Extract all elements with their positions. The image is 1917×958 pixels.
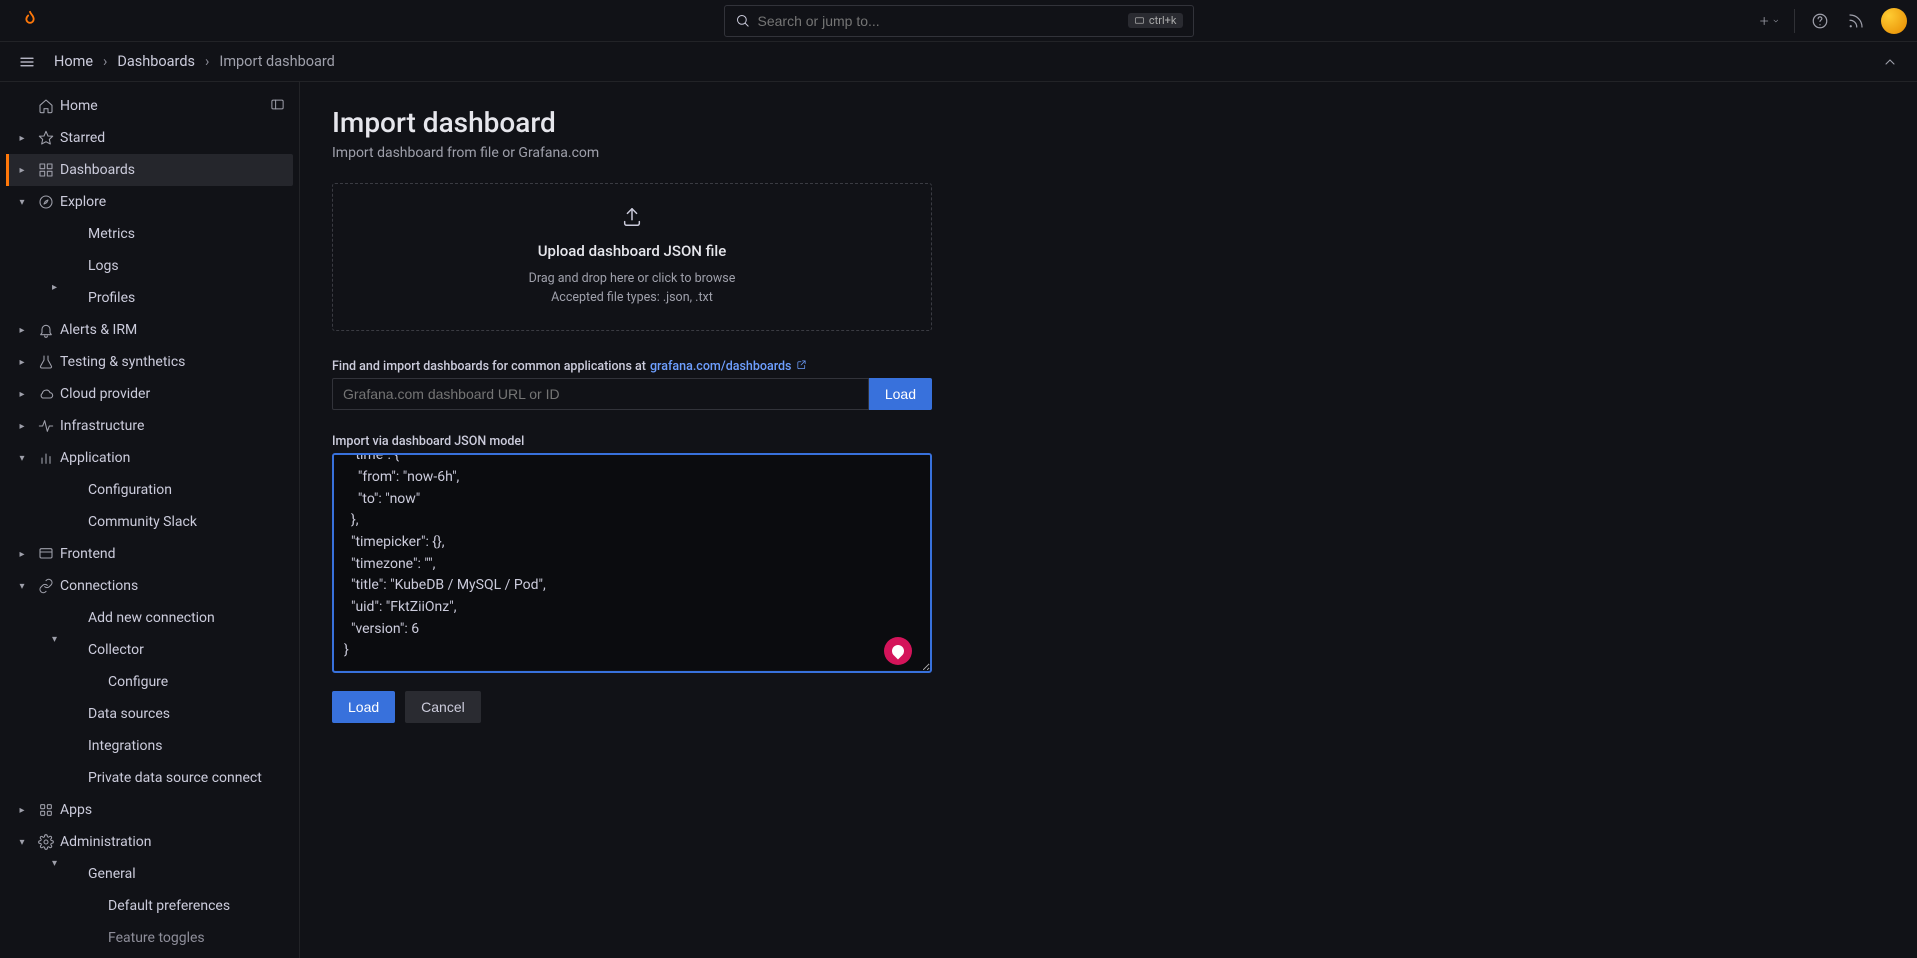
chevron-right-icon: ▸ — [12, 389, 32, 400]
sidebar-item-profiles[interactable]: Profiles — [6, 282, 293, 314]
sidebar-item-frontend[interactable]: ▸ Frontend — [6, 538, 293, 570]
sidebar-item-collector[interactable]: Collector — [6, 634, 293, 666]
breadcrumb: Home › Dashboards › Import dashboard — [54, 53, 335, 70]
sidebar-item-dashboards[interactable]: ▸ Dashboards — [6, 154, 293, 186]
chevron-right-icon: ▸ — [12, 357, 32, 368]
breadcrumb-home[interactable]: Home — [54, 53, 93, 70]
upload-zone[interactable]: Upload dashboard JSON file Drag and drop… — [332, 183, 932, 331]
sidebar-item-metrics[interactable]: Metrics — [6, 218, 293, 250]
page-subtitle: Import dashboard from file or Grafana.co… — [332, 145, 1885, 161]
sidebar-item-home[interactable]: Home — [6, 90, 293, 122]
sidebar-item-logs[interactable]: Logs — [6, 250, 293, 282]
sidebar-item-configure[interactable]: Configure — [6, 666, 293, 698]
chevron-right-icon: ▸ — [52, 282, 57, 293]
upload-sub: Drag and drop here or click to browse Ac… — [355, 270, 909, 308]
dashboard-url-input[interactable] — [332, 378, 869, 410]
json-textarea[interactable] — [332, 453, 932, 673]
chat-widget[interactable] — [884, 637, 912, 665]
chevron-right-icon: ▸ — [12, 325, 32, 336]
grafana-dashboards-link[interactable]: grafana.com/dashboards — [650, 359, 792, 374]
user-avatar[interactable] — [1881, 8, 1907, 34]
chevron-down-icon: ▾ — [12, 453, 32, 464]
search-shortcut-badge: ctrl+k — [1128, 13, 1183, 28]
chevron-right-icon: ▸ — [12, 165, 32, 176]
page-title: Import dashboard — [332, 106, 1885, 139]
load-url-button[interactable]: Load — [869, 378, 932, 410]
dock-icon[interactable] — [270, 97, 285, 116]
chevron-down-icon: ▾ — [52, 634, 57, 645]
chevron-down-icon: ▾ — [52, 858, 57, 869]
activity-icon — [32, 418, 60, 434]
search-input[interactable] — [758, 13, 1128, 29]
help-button[interactable] — [1809, 10, 1831, 32]
chevron-right-icon: ▸ — [12, 133, 32, 144]
sidebar-item-datasources[interactable]: Data sources — [6, 698, 293, 730]
add-button[interactable] — [1758, 10, 1780, 32]
global-search[interactable]: ctrl+k — [724, 5, 1194, 37]
sidebar-item-configuration[interactable]: Configuration — [6, 474, 293, 506]
search-icon — [735, 13, 750, 28]
chevron-down-icon: ▾ — [12, 837, 32, 848]
breadcrumb-current: Import dashboard — [219, 53, 334, 70]
chevron-right-icon: ▸ — [12, 549, 32, 560]
sidebar-item-cloud[interactable]: ▸ Cloud provider — [6, 378, 293, 410]
collapse-button[interactable] — [1877, 49, 1903, 75]
bar-chart-icon — [32, 450, 60, 466]
upload-title: Upload dashboard JSON file — [355, 242, 909, 260]
sidebar-item-defaultprefs[interactable]: Default preferences — [6, 890, 293, 922]
link-icon — [32, 578, 60, 594]
sidebar-item-addconn[interactable]: Add new connection — [6, 602, 293, 634]
menu-toggle[interactable] — [14, 49, 40, 75]
chevron-right-icon: ▸ — [12, 805, 32, 816]
sidebar-item-community[interactable]: Community Slack — [6, 506, 293, 538]
find-label: Find and import dashboards for common ap… — [332, 359, 1885, 374]
sidebar-item-apps[interactable]: ▸ Apps — [6, 794, 293, 826]
chevron-down-icon: ▾ — [12, 197, 32, 208]
chevron-right-icon: ▸ — [12, 421, 32, 432]
sidebar-item-general[interactable]: General — [6, 858, 293, 890]
bell-icon — [32, 322, 60, 338]
load-json-button[interactable]: Load — [332, 691, 395, 723]
grafana-logo[interactable] — [16, 7, 44, 35]
sidebar-item-starred[interactable]: ▸ Starred — [6, 122, 293, 154]
news-button[interactable] — [1845, 10, 1867, 32]
external-link-icon — [796, 359, 807, 373]
json-label: Import via dashboard JSON model — [332, 434, 1885, 449]
sidebar-item-testing[interactable]: ▸ Testing & synthetics — [6, 346, 293, 378]
sidebar-item-infra[interactable]: ▸ Infrastructure — [6, 410, 293, 442]
cancel-button[interactable]: Cancel — [405, 691, 481, 723]
compass-icon — [32, 194, 60, 210]
sidebar-item-explore[interactable]: ▾ Explore — [6, 186, 293, 218]
sidebar: Home ▸ Starred ▸ Dashboards ▾ Explore Me… — [0, 82, 300, 958]
divider — [1794, 9, 1795, 33]
chevron-down-icon: ▾ — [12, 581, 32, 592]
sidebar-item-integrations[interactable]: Integrations — [6, 730, 293, 762]
breadcrumb-dashboards[interactable]: Dashboards — [117, 53, 195, 70]
sidebar-item-alerts[interactable]: ▸ Alerts & IRM — [6, 314, 293, 346]
cloud-icon — [32, 386, 60, 402]
sidebar-item-admin[interactable]: ▾ Administration — [6, 826, 293, 858]
testing-icon — [32, 354, 60, 370]
star-icon — [32, 130, 60, 146]
gear-icon — [32, 834, 60, 850]
dashboard-icon — [32, 162, 60, 178]
main-content: Import dashboard Import dashboard from f… — [300, 82, 1917, 958]
home-icon — [32, 98, 60, 114]
sidebar-item-pdc[interactable]: Private data source connect — [6, 762, 293, 794]
apps-icon — [32, 802, 60, 818]
upload-icon — [355, 206, 909, 232]
sidebar-item-application[interactable]: ▾ Application — [6, 442, 293, 474]
frontend-icon — [32, 546, 60, 562]
sidebar-item-connections[interactable]: ▾ Connections — [6, 570, 293, 602]
sidebar-item-featuretoggles[interactable]: Feature toggles — [6, 922, 293, 954]
